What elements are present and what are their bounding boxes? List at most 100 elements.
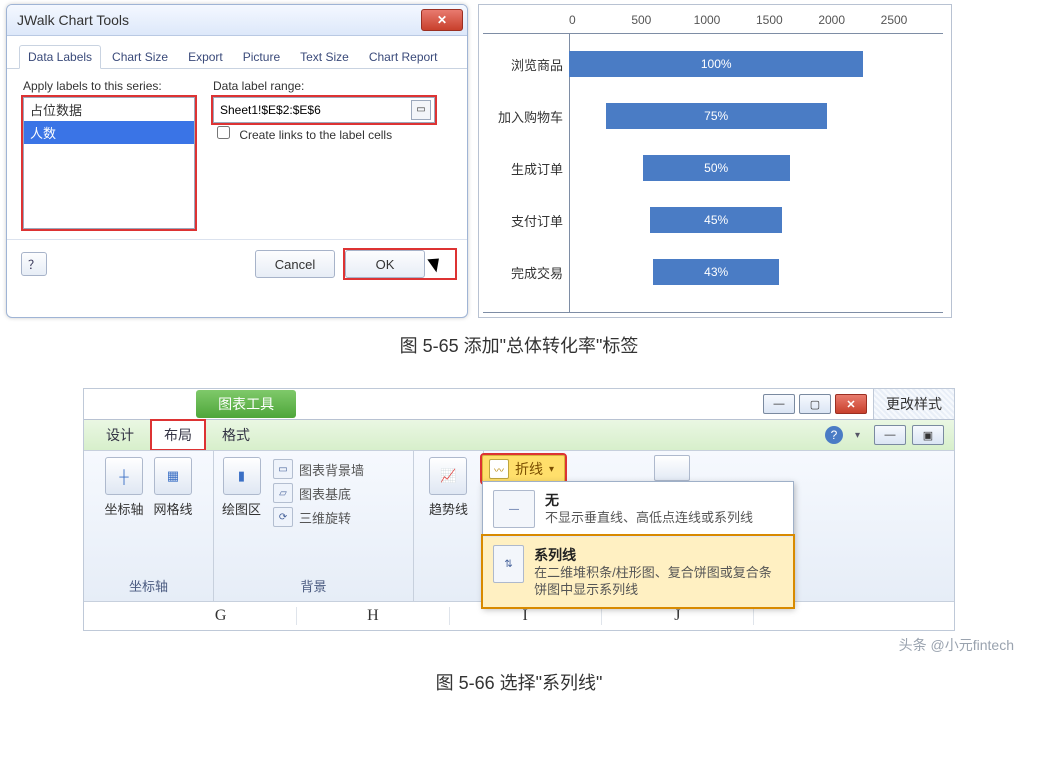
contextual-tab-label[interactable]: 图表工具 xyxy=(196,390,296,418)
lines-dropdown-menu: — 无 不显示垂直线、高低点连线或系列线 ⇅ 系列线 在二维堆积条/柱形图、复合… xyxy=(482,481,794,608)
create-links-checkbox[interactable]: Create links to the label cells xyxy=(213,128,392,142)
window-controls: — ▢ ✕ xyxy=(757,389,873,419)
dropdown-item-series-lines[interactable]: ⇅ 系列线 在二维堆积条/柱形图、复合饼图或复合条饼图中显示系列线 xyxy=(483,536,793,607)
lines-dropdown-button[interactable]: 〰 折线 ▾ xyxy=(482,455,565,483)
ok-button[interactable]: OK xyxy=(345,250,425,278)
tab-format[interactable]: 格式 xyxy=(210,421,262,449)
tab-design[interactable]: 设计 xyxy=(94,421,146,449)
bar: 43% xyxy=(653,259,780,285)
tab-chart-report[interactable]: Chart Report xyxy=(360,45,447,69)
tab-layout[interactable]: 布局 xyxy=(152,421,204,449)
trendline-icon: 📈 xyxy=(429,457,467,495)
tab-data-labels[interactable]: Data Labels xyxy=(19,45,101,69)
group-background-label: 背景 xyxy=(300,572,326,597)
dialog-tabs: Data Labels Chart Size Export Picture Te… xyxy=(7,36,467,69)
figure-66-caption: 图 5-66 选择"系列线" xyxy=(6,669,1032,695)
series-lines-icon: ⇅ xyxy=(493,545,524,583)
help-button[interactable]: ？ xyxy=(21,252,47,276)
axes-button[interactable]: ┼ 坐标轴 xyxy=(104,457,143,518)
bar: 75% xyxy=(606,103,827,129)
contextual-tab: 图表工具 xyxy=(144,389,348,419)
series-listbox[interactable]: 占位数据 人数 xyxy=(23,97,195,229)
axes-label: 坐标轴 xyxy=(104,499,143,518)
minimize-icon[interactable]: — xyxy=(763,394,795,414)
rotate-3d-label: 三维旋转 xyxy=(299,508,351,527)
plot-area-label: 绘图区 xyxy=(222,499,261,518)
close-icon[interactable]: ✕ xyxy=(835,394,867,414)
doc-minimize-icon[interactable]: — xyxy=(874,425,906,445)
create-links-check[interactable] xyxy=(217,126,230,139)
chart-floor-label: 图表基底 xyxy=(299,484,351,503)
x-tick: 1000 xyxy=(694,13,756,33)
column-header[interactable]: H xyxy=(297,607,449,625)
group-axes-label: 坐标轴 xyxy=(129,572,168,597)
x-tick: 2000 xyxy=(818,13,880,33)
chart-wall-button[interactable]: ▭图表背景墙 xyxy=(273,457,364,481)
create-links-label: Create links to the label cells xyxy=(239,128,392,142)
floor-icon: ▱ xyxy=(273,483,293,503)
rotate-icon: ⟳ xyxy=(273,507,293,527)
x-tick: 500 xyxy=(631,13,693,33)
change-style-panel[interactable]: 更改样式 xyxy=(873,389,954,419)
dropdown-item-none[interactable]: — 无 不显示垂直线、高低点连线或系列线 xyxy=(483,482,793,536)
dropdown-item-desc: 不显示垂直线、高低点连线或系列线 xyxy=(545,510,753,527)
plot-area-icon: ▮ xyxy=(223,457,261,495)
cursor-icon xyxy=(431,255,445,273)
y-category: 支付订单 xyxy=(483,211,569,230)
cancel-button[interactable]: Cancel xyxy=(255,250,335,278)
trendline-button[interactable]: 📈 趋势线 xyxy=(429,457,468,518)
y-category: 生成订单 xyxy=(483,159,569,178)
axes-icon: ┼ xyxy=(105,457,143,495)
x-tick: 2500 xyxy=(881,13,943,33)
range-label: Data label range: xyxy=(213,79,435,93)
dropdown-item-title: 系列线 xyxy=(534,545,783,565)
gridlines-label: 网格线 xyxy=(154,499,193,518)
funnel-chart: 0 500 1000 1500 2000 2500 浏览商品 100% 加入购物… xyxy=(478,4,952,318)
tab-picture[interactable]: Picture xyxy=(234,45,289,69)
watermark: 头条 @小元fintech xyxy=(6,631,1032,655)
chart-floor-button[interactable]: ▱ 图表基底 xyxy=(273,481,364,505)
other-ribbon-button[interactable] xyxy=(654,455,690,481)
excel-ribbon-figure: 图表工具 — ▢ ✕ 更改样式 设计 布局 格式 ? ▾ — ▣ xyxy=(83,388,955,631)
dropdown-item-title: 无 xyxy=(545,490,753,510)
list-item[interactable]: 人数 xyxy=(24,121,194,144)
chevron-down-icon: ▾ xyxy=(549,464,554,475)
gridlines-button[interactable]: ▦ 网格线 xyxy=(154,457,193,518)
doc-restore-icon[interactable]: ▣ xyxy=(912,425,944,445)
lines-icon: 〰 xyxy=(489,459,509,479)
y-category: 完成交易 xyxy=(483,263,569,282)
close-icon[interactable]: ✕ xyxy=(421,9,463,31)
wall-icon: ▭ xyxy=(273,459,293,479)
help-icon[interactable]: ? xyxy=(825,426,843,444)
bar: 45% xyxy=(650,207,782,233)
dropdown-item-desc: 在二维堆积条/柱形图、复合饼图或复合条饼图中显示系列线 xyxy=(534,565,783,599)
x-tick: 1500 xyxy=(756,13,818,33)
plot-area-button[interactable]: ▮ 绘图区 xyxy=(222,457,261,529)
figure-65-caption: 图 5-65 添加"总体转化率"标签 xyxy=(6,332,1032,358)
none-icon: — xyxy=(493,490,535,528)
column-header[interactable]: G xyxy=(145,607,297,625)
jwalk-chart-tools-dialog: JWalk Chart Tools ✕ Data Labels Chart Si… xyxy=(6,4,468,318)
rotate-3d-button[interactable]: ⟳ 三维旋转 xyxy=(273,505,364,529)
collapse-ribbon-icon[interactable]: ▾ xyxy=(855,430,860,441)
bar: 50% xyxy=(643,155,790,181)
data-label-range-input[interactable]: ▭ xyxy=(213,97,435,123)
tab-chart-size[interactable]: Chart Size xyxy=(103,45,177,69)
x-tick: 0 xyxy=(569,13,631,33)
column-header[interactable]: I xyxy=(450,607,602,625)
range-picker-icon[interactable]: ▭ xyxy=(411,100,431,120)
y-category: 加入购物车 xyxy=(483,107,569,126)
column-header[interactable]: J xyxy=(602,607,754,625)
dialog-titlebar[interactable]: JWalk Chart Tools ✕ xyxy=(7,5,467,36)
list-item[interactable]: 占位数据 xyxy=(24,98,194,121)
trendline-label: 趋势线 xyxy=(429,499,468,518)
maximize-icon[interactable]: ▢ xyxy=(799,394,831,414)
tab-text-size[interactable]: Text Size xyxy=(291,45,358,69)
range-input[interactable] xyxy=(214,103,408,117)
ribbon-tabs: 设计 布局 格式 ? ▾ — ▣ xyxy=(84,419,954,450)
tab-export[interactable]: Export xyxy=(179,45,232,69)
grid-icon: ▦ xyxy=(154,457,192,495)
bar: 100% xyxy=(569,51,863,77)
y-category: 浏览商品 xyxy=(483,55,569,74)
x-axis-ticks: 0 500 1000 1500 2000 2500 xyxy=(569,13,943,33)
